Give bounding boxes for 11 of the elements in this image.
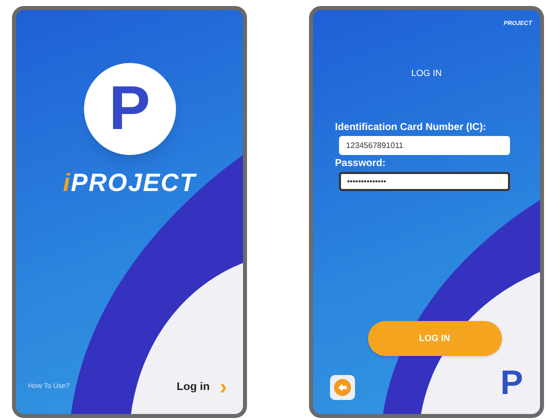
field-label: Identification Card Number (IC): (335, 120, 488, 134)
field-label: Password: (335, 156, 387, 170)
logo-badge: P (84, 63, 176, 155)
logo-letter: P (500, 366, 523, 400)
input-field[interactable]: 1234567891011 (339, 136, 510, 154)
login-link[interactable]: Log in (176, 378, 210, 396)
brand-name: PROJECT (70, 171, 196, 196)
input-field[interactable]: •••••••••••••• (339, 172, 510, 190)
brand-accent: i (62, 171, 71, 196)
screen-title: LOG IN (411, 67, 442, 80)
back-button[interactable] (330, 375, 355, 400)
